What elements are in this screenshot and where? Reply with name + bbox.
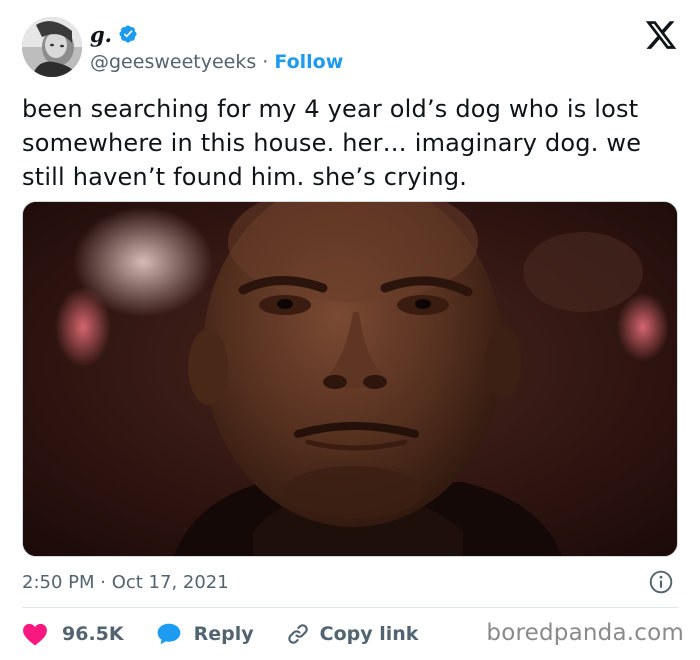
tweet-header: g. @geesweetyeeks · Follow	[22, 16, 343, 78]
reply-label: Reply	[193, 623, 254, 645]
tweet-image[interactable]	[22, 201, 678, 557]
link-icon	[287, 624, 308, 644]
avatar[interactable]	[22, 17, 82, 77]
name-row: g.	[90, 21, 343, 47]
author-identity: g. @geesweetyeeks · Follow	[90, 17, 343, 77]
x-logo-icon[interactable]	[644, 18, 678, 52]
copy-link-label: Copy link	[319, 623, 419, 645]
display-name[interactable]: g.	[90, 22, 112, 47]
timestamp-row: 2:50 PM · Oct 17, 2021	[22, 568, 678, 596]
handle-separator: ·	[262, 51, 269, 73]
heart-icon	[23, 623, 47, 646]
copy-link-button[interactable]: Copy link	[286, 622, 419, 646]
verified-badge-icon	[118, 24, 138, 44]
handle-row: @geesweetyeeks · Follow	[90, 51, 343, 73]
divider	[22, 607, 678, 608]
tweet-timestamp[interactable]: 2:50 PM · Oct 17, 2021	[22, 572, 229, 593]
author-handle[interactable]: @geesweetyeeks	[90, 51, 256, 73]
speech-bubble-icon	[157, 623, 180, 645]
watermark: boredpanda.com	[486, 620, 684, 646]
like-button[interactable]: 96.5K	[22, 622, 124, 646]
info-icon[interactable]	[648, 569, 674, 595]
follow-button[interactable]: Follow	[274, 51, 343, 73]
tweet-card: g. @geesweetyeeks · Follow been searchin…	[0, 0, 700, 660]
like-count: 96.5K	[62, 623, 124, 645]
reply-button[interactable]: Reply	[156, 622, 254, 646]
tweet-text: been searching for my 4 year old’s dog w…	[22, 95, 642, 191]
tweet-actions: 96.5K Reply Copy link	[22, 617, 418, 651]
